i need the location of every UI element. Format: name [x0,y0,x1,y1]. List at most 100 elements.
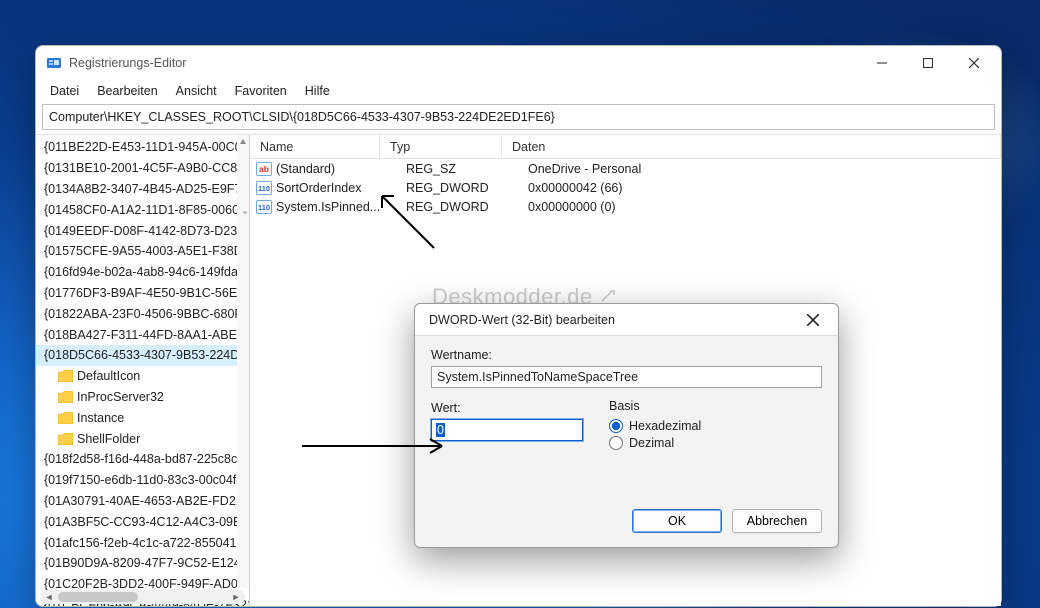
wert-label: Wert: [431,401,587,415]
cancel-button[interactable]: Abbrechen [732,509,822,533]
value-type: REG_SZ [396,162,518,176]
close-button[interactable] [951,46,997,80]
folder-icon [58,370,73,382]
reg-sz-icon: ab [256,162,272,176]
tree-item-label: {0149EEDF-D08F-4142-8D73-D23903E [44,224,249,238]
titlebar: Registrierungs-Editor [36,46,1001,80]
dialog-close-button[interactable] [796,306,830,334]
tree-item-label: Instance [77,411,124,425]
menubar: Datei Bearbeiten Ansicht Favoriten Hilfe [36,80,1001,102]
menu-favoriten[interactable]: Favoriten [227,82,295,100]
radio-hexadezimal[interactable]: Hexadezimal [609,419,822,433]
scroll-left-icon[interactable]: ◄ [42,590,56,604]
dialog-title: DWORD-Wert (32-Bit) bearbeiten [429,313,796,327]
list-row[interactable]: 110SortOrderIndexREG_DWORD0x00000042 (66… [250,178,1001,197]
tree-item-label: {01A30791-40AE-4653-AB2E-FD21001 [44,494,249,508]
value-data: 0x00000000 (0) [518,200,1001,214]
tree-item[interactable]: {01458CF0-A1A2-11D1-8F85-0060089 [36,199,249,220]
address-text: Computer\HKEY_CLASSES_ROOT\CLSID\{018D5C… [49,110,555,124]
tree-item-label: {018D5C66-4533-4307-9B53-224DE2E [44,348,249,362]
tree-item[interactable]: {0134A8B2-3407-4B45-AD25-E9F7C92 [36,179,249,200]
window-title: Registrierungs-Editor [69,56,859,70]
ok-button[interactable]: OK [632,509,722,533]
maximize-button[interactable] [905,46,951,80]
tree-item-label: {01822ABA-23F0-4506-9BBC-680F5D(} [44,307,249,321]
tree-item-label: DefaultIcon [77,369,140,383]
wertname-field[interactable]: System.IsPinnedToNameSpaceTree [431,366,822,388]
tree-item[interactable]: {0149EEDF-D08F-4142-8D73-D23903E [36,220,249,241]
tree-item[interactable]: {01575CFE-9A55-4003-A5E1-F38D1EE [36,241,249,262]
radio-hex-input[interactable] [609,419,623,433]
tree-item[interactable]: DefaultIcon [36,366,249,387]
column-name[interactable]: Name [250,135,380,158]
tree-item-label: {01776DF3-B9AF-4E50-9B1C-56E9311 [44,286,249,300]
list-header: Name Typ Daten [250,135,1001,159]
list-row[interactable]: ab (Standard)REG_SZOneDrive - Personal [250,159,1001,178]
svg-text:110: 110 [258,203,270,212]
wertname-label: Wertname: [431,348,822,362]
folder-icon [58,391,73,403]
tree-pane[interactable]: {011BE22D-E453-11D1-945A-00C04FE {0131BE1… [36,135,250,606]
radio-dec-input[interactable] [609,436,623,450]
regedit-icon [46,55,62,71]
basis-label: Basis [609,399,822,413]
folder-icon [58,433,73,445]
wert-input[interactable]: 0 [431,419,583,441]
tree-item-label: {016fd94e-b02a-4ab8-94c6-149fdab5 [44,265,249,279]
tree-item[interactable]: InProcServer32 [36,387,249,408]
tree-item[interactable]: {01afc156-f2eb-4c1c-a722-8550417d3 [36,532,249,553]
tree-item-label: {01A3BF5C-CC93-4C12-A4C3-09B0BF [44,515,249,529]
column-daten[interactable]: Daten [502,135,1001,158]
tree-item-label: ShellFolder [77,432,140,446]
tree-item-label: {0134A8B2-3407-4B45-AD25-E9F7C92 [44,182,249,196]
tree-item[interactable]: {016fd94e-b02a-4ab8-94c6-149fdab5 [36,262,249,283]
tree-item[interactable]: {0131BE10-2001-4C5F-A9B0-CC88FAI [36,158,249,179]
tree-item-label: {0131BE10-2001-4C5F-A9B0-CC88FAI [44,161,249,175]
menu-bearbeiten[interactable]: Bearbeiten [89,82,165,100]
tree-item-label: {01B90D9A-8209-47F7-9C52-E1244BF [44,556,249,570]
scroll-thumb[interactable] [58,592,138,602]
tree-item[interactable]: {019f7150-e6db-11d0-83c3-00c04fdd [36,470,249,491]
wertname-value: System.IsPinnedToNameSpaceTree [437,370,638,384]
address-bar[interactable]: Computer\HKEY_CLASSES_ROOT\CLSID\{018D5C… [42,104,995,130]
reg-dword-icon: 110 [256,181,272,195]
svg-text:110: 110 [258,184,270,193]
value-name: (Standard) [276,162,396,176]
reg-dword-icon: 110 [256,200,272,214]
column-typ[interactable]: Typ [380,135,502,158]
minimize-button[interactable] [859,46,905,80]
tree-item[interactable]: ShellFolder [36,428,249,449]
tree-vertical-scrollbar[interactable] [237,135,249,588]
tree-item[interactable]: {018f2d58-f16d-448a-bd87-225c8c5d [36,449,249,470]
tree-item-label: {01575CFE-9A55-4003-A5E1-F38D1EE [44,244,249,258]
annotation-arrow-1 [376,190,446,250]
value-data: 0x00000042 (66) [518,181,1001,195]
tree-item[interactable]: {01A30791-40AE-4653-AB2E-FD21001 [36,491,249,512]
tree-item[interactable]: {018D5C66-4533-4307-9B53-224DE2E [36,345,249,366]
tree-item[interactable]: {01B90D9A-8209-47F7-9C52-E1244BF [36,553,249,574]
tree-horizontal-scrollbar[interactable]: ◄ ► [40,590,245,604]
scroll-right-icon[interactable]: ► [229,590,243,604]
annotation-arrow-2 [300,435,450,457]
tree-item[interactable]: {01A3BF5C-CC93-4C12-A4C3-09B0BF [36,511,249,532]
svg-text:ab: ab [259,164,269,174]
tree-item-label: {018BA427-F311-44FD-8AA1-ABEEB5 [44,328,249,342]
tree-item-label: {01458CF0-A1A2-11D1-8F85-0060089 [44,203,249,217]
tree-item[interactable]: {018BA427-F311-44FD-8AA1-ABEEB5 [36,324,249,345]
tree-item[interactable]: Instance [36,407,249,428]
value-data: OneDrive - Personal [518,162,1001,176]
radio-dec-label: Dezimal [629,436,674,450]
tree-item-label: InProcServer32 [77,390,164,404]
list-row[interactable]: 110System.IsPinned...REG_DWORD0x00000000… [250,197,1001,216]
menu-datei[interactable]: Datei [42,82,87,100]
menu-hilfe[interactable]: Hilfe [297,82,338,100]
tree-item-label: {018f2d58-f16d-448a-bd87-225c8c5d [44,452,249,466]
menu-ansicht[interactable]: Ansicht [168,82,225,100]
tree-item[interactable]: {011BE22D-E453-11D1-945A-00C04FE [36,137,249,158]
tree-item-label: {01afc156-f2eb-4c1c-a722-8550417d3 [44,536,249,550]
tree-item-label: {011BE22D-E453-11D1-945A-00C04FE [44,140,249,154]
tree-item[interactable]: {01776DF3-B9AF-4E50-9B1C-56E9311 [36,283,249,304]
tree-item[interactable]: {01822ABA-23F0-4506-9BBC-680F5D(} [36,303,249,324]
radio-dezimal[interactable]: Dezimal [609,436,822,450]
radio-hex-label: Hexadezimal [629,419,701,433]
